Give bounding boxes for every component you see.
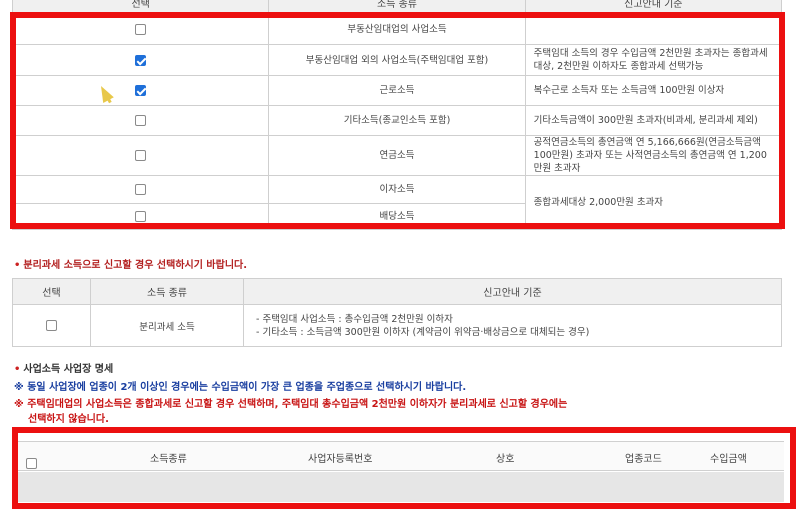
checkbox-other-income[interactable]: [135, 115, 147, 126]
guide-line: - 주택임대 사업소득 : 총수입금액 2천만원 이하자: [256, 313, 453, 325]
income-kind: 분리과세 소득: [90, 304, 244, 347]
guide-text: 공적연금소득의 총연금액 연 5,166,666원(연금소득금액 100만원) …: [524, 135, 783, 176]
col-income-kind: 소득종류: [150, 454, 187, 465]
bullet-icon: •: [14, 364, 21, 375]
income-kind: 배당소득: [268, 203, 526, 230]
note-housing-rental: ※ 주택임대업의 사업소득은 종합과세로 신고할 경우 선택하며, 주택임대 총…: [14, 399, 568, 410]
checkbox-interest-income[interactable]: [135, 184, 147, 195]
col-trade-name: 상호: [496, 454, 515, 465]
table-row: 이자소득 종합과세대상 2,000만원 초과자: [11, 175, 783, 230]
note-housing-rental-cont: 선택하지 않습니다.: [28, 414, 109, 425]
checkbox-select-all[interactable]: [26, 458, 37, 469]
table-row: 분리과세 소득 - 주택임대 사업소득 : 총수입금액 2천만원 이하자 - 기…: [12, 304, 782, 347]
business-table-header: 소득종류 사업자등록번호 상호 업종코드 수입금액: [18, 441, 784, 471]
header-guide: 신고안내 기준: [524, 0, 783, 14]
guide-text: 기타소득금액이 300만원 초과자(비과세, 분리과세 제외): [524, 105, 783, 136]
header-kind: 소득 종류: [268, 0, 526, 14]
header-select: 선택: [11, 0, 270, 14]
income-kind: 이자소득: [268, 175, 526, 204]
separate-tax-table: 선택 소득 종류 신고안내 기준 분리과세 소득 - 주택임대 사업소득 : 총…: [12, 278, 782, 347]
business-section-title: • 사업소득 사업장 명세: [14, 364, 114, 375]
checkbox-business-income[interactable]: [135, 54, 147, 66]
guide-text: [524, 13, 783, 45]
bullet-icon: •: [14, 260, 21, 271]
income-kind: 부동산임대업의 사업소득: [268, 13, 526, 45]
table-row: 부동산임대업 외의 사업소득(주택임대업 포함) 주택임대 소득의 경우 수입금…: [11, 44, 783, 76]
col-industry-code: 업종코드: [625, 454, 662, 465]
guide-line: - 기타소득 : 소득금액 300만원 이하자 (계약금이 위약금·배상금으로 …: [256, 326, 590, 338]
checkbox-dividend-income[interactable]: [135, 211, 147, 222]
income-type-table: 선택 소득 종류 신고안내 기준 부동산임대업의 사업소득 부동산임대업 외의 …: [11, 0, 783, 230]
income-kind: 기타소득(종교인소득 포함): [268, 105, 526, 136]
checkbox-earned-income[interactable]: [135, 85, 147, 96]
table-header-row: 선택 소득 종류 신고안내 기준: [12, 278, 782, 305]
table-header-row: 선택 소득 종류 신고안내 기준: [11, 0, 783, 14]
guide-text: 주택임대 소득의 경우 수입금액 2천만원 초과자는 종합과세 대상, 2천만원…: [524, 44, 783, 76]
income-kind: 부동산임대업 외의 사업소득(주택임대업 포함): [268, 44, 526, 76]
guide-text-merged: 종합과세대상 2,000만원 초과자: [524, 175, 783, 230]
table-row: 기타소득(종교인소득 포함) 기타소득금액이 300만원 초과자(비과세, 분리…: [11, 105, 783, 136]
header-select: 선택: [12, 278, 91, 305]
separate-section-title: • 분리과세 소득으로 신고할 경우 선택하시기 바랍니다.: [14, 260, 248, 271]
header-guide: 신고안내 기준: [243, 278, 782, 305]
table-row: 연금소득 공적연금소득의 총연금액 연 5,166,666원(연금소득금액 10…: [11, 135, 783, 176]
business-table-empty-body: [18, 472, 784, 502]
income-kind: 근로소득: [268, 75, 526, 106]
checkbox-pension-income[interactable]: [135, 150, 147, 161]
note-main-industry: ※ 동일 사업장에 업종이 2개 이상인 경우에는 수입금액이 가장 큰 업종을…: [14, 382, 467, 393]
checkbox-separate-tax[interactable]: [46, 320, 57, 331]
income-kind: 연금소득: [268, 135, 526, 176]
table-row: 근로소득 복수근로 소득자 또는 소득금액 100만원 이상자: [11, 75, 783, 106]
guide-text: - 주택임대 사업소득 : 총수입금액 2천만원 이하자 - 기타소득 : 소득…: [243, 304, 782, 347]
col-business-reg-no: 사업자등록번호: [308, 454, 373, 465]
guide-text: 복수근로 소득자 또는 소득금액 100만원 이상자: [524, 75, 783, 106]
table-row: 부동산임대업의 사업소득: [11, 13, 783, 45]
header-kind: 소득 종류: [90, 278, 244, 305]
checkbox-real-estate-rental[interactable]: [135, 23, 147, 35]
col-revenue: 수입금액: [710, 454, 747, 465]
